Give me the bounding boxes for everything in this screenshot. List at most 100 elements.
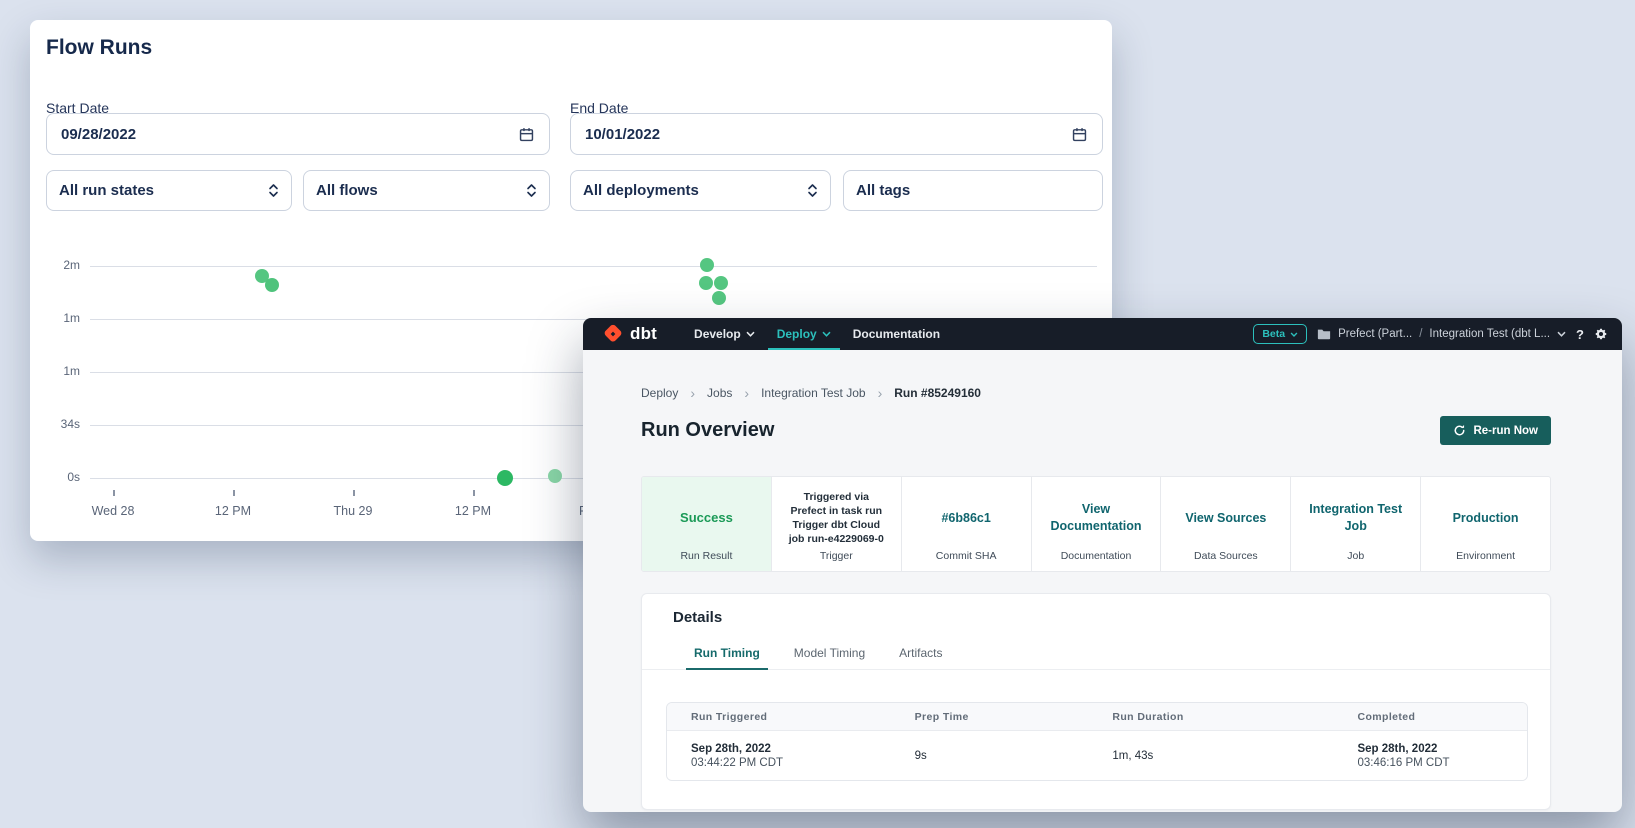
chart-y-tick-label: 2m bbox=[30, 258, 80, 272]
table-header-row: Run Triggered Prep Time Run Duration Com… bbox=[667, 703, 1527, 731]
view-documentation-link[interactable]: View Documentation bbox=[1045, 486, 1148, 550]
breadcrumb-separator: › bbox=[690, 386, 695, 400]
flow-run-data-point[interactable] bbox=[712, 291, 726, 305]
commit-sha-link[interactable]: #6b86c1 bbox=[915, 486, 1018, 550]
chart-x-tick-label: 12 PM bbox=[437, 504, 509, 518]
details-title: Details bbox=[673, 609, 722, 626]
chart-gridline bbox=[90, 266, 1097, 267]
chevron-down-icon bbox=[1290, 332, 1298, 337]
data-sources-label: Data Sources bbox=[1174, 550, 1277, 562]
chart-x-tick bbox=[113, 490, 115, 496]
chart-y-tick-label: 34s bbox=[30, 417, 80, 431]
breadcrumb-deploy[interactable]: Deploy bbox=[641, 386, 678, 400]
nav-item-develop[interactable]: Develop bbox=[683, 318, 766, 350]
rerun-label: Re-run Now bbox=[1473, 425, 1538, 437]
dbt-logo[interactable]: dbt bbox=[603, 324, 657, 344]
header-completed: Completed bbox=[1333, 711, 1527, 723]
folder-icon bbox=[1317, 328, 1331, 340]
documentation-label: Documentation bbox=[1045, 550, 1148, 562]
chart-x-tick-label: 12 PM bbox=[197, 504, 269, 518]
flow-run-data-point[interactable] bbox=[699, 276, 713, 290]
tab-artifacts[interactable]: Artifacts bbox=[899, 646, 942, 669]
summary-card-environment: Production Environment bbox=[1421, 477, 1550, 571]
chart-x-tick bbox=[233, 490, 235, 496]
environment-link[interactable]: Production bbox=[1434, 486, 1537, 550]
beta-badge[interactable]: Beta bbox=[1253, 324, 1307, 344]
flows-select[interactable]: All flows bbox=[303, 170, 550, 211]
summary-card-data-sources: View Sources Data Sources bbox=[1161, 477, 1291, 571]
chevron-down-icon bbox=[822, 331, 831, 337]
deployments-value: All deployments bbox=[583, 182, 699, 199]
run-timing-table: Run Triggered Prep Time Run Duration Com… bbox=[666, 702, 1528, 781]
flow-run-data-point[interactable] bbox=[714, 276, 728, 290]
end-date-value: 10/01/2022 bbox=[585, 126, 660, 143]
header-run-triggered: Run Triggered bbox=[667, 711, 891, 723]
tab-run-timing[interactable]: Run Timing bbox=[694, 646, 760, 669]
nav-item-deploy[interactable]: Deploy bbox=[766, 318, 842, 350]
chart-y-tick-label: 0s bbox=[30, 470, 80, 484]
dbt-navbar: dbt Develop Deploy Documentation Beta bbox=[583, 318, 1622, 350]
run-result-label: Run Result bbox=[655, 550, 758, 562]
run-result-value: Success bbox=[655, 486, 758, 550]
start-date-value: 09/28/2022 bbox=[61, 126, 136, 143]
summary-card-trigger: Triggered via Prefect in task run Trigge… bbox=[772, 477, 902, 571]
header-run-duration: Run Duration bbox=[1088, 711, 1333, 723]
rerun-icon bbox=[1453, 424, 1466, 437]
flow-run-data-point[interactable] bbox=[497, 470, 513, 486]
run-states-select[interactable]: All run states bbox=[46, 170, 292, 211]
details-card: Details Run Timing Model Timing Artifact… bbox=[641, 593, 1551, 810]
calendar-icon[interactable] bbox=[1071, 126, 1088, 143]
dbt-brand-name: dbt bbox=[630, 324, 657, 344]
deployments-select[interactable]: All deployments bbox=[570, 170, 831, 211]
updown-chevron-icon bbox=[268, 183, 279, 198]
cell-run-triggered: Sep 28th, 2022 03:44:22 PM CDT bbox=[667, 743, 891, 769]
tags-select[interactable]: All tags bbox=[843, 170, 1103, 211]
rerun-now-button[interactable]: Re-run Now bbox=[1440, 416, 1551, 445]
nav-item-documentation[interactable]: Documentation bbox=[842, 318, 951, 350]
help-icon[interactable]: ? bbox=[1576, 327, 1584, 342]
flow-run-data-point[interactable] bbox=[265, 278, 279, 292]
trigger-value: Triggered via Prefect in task run Trigge… bbox=[785, 486, 888, 550]
dbt-logo-icon bbox=[603, 324, 623, 344]
page-title: Run Overview bbox=[641, 419, 774, 442]
chart-y-tick-label: 1m bbox=[30, 311, 80, 325]
details-tabs: Run Timing Model Timing Artifacts bbox=[642, 640, 1550, 670]
project-name: Prefect (Part... bbox=[1338, 328, 1412, 340]
summary-card-commit-sha: #6b86c1 Commit SHA bbox=[902, 477, 1032, 571]
breadcrumb-separator: › bbox=[878, 386, 883, 400]
cell-run-duration: 1m, 43s bbox=[1088, 750, 1333, 762]
breadcrumb-job-name[interactable]: Integration Test Job bbox=[761, 386, 866, 400]
flow-run-data-point[interactable] bbox=[548, 469, 562, 483]
breadcrumb: Deploy › Jobs › Integration Test Job › R… bbox=[641, 386, 981, 400]
project-selector[interactable]: Prefect (Part... / Integration Test (dbt… bbox=[1317, 328, 1566, 340]
summary-card-job: Integration Test Job Job bbox=[1291, 477, 1421, 571]
run-summary-cards: Success Run Result Triggered via Prefect… bbox=[641, 476, 1551, 572]
job-link[interactable]: Integration Test Job bbox=[1304, 486, 1407, 550]
calendar-icon[interactable] bbox=[518, 126, 535, 143]
summary-card-documentation: View Documentation Documentation bbox=[1032, 477, 1162, 571]
environment-label: Environment bbox=[1434, 550, 1537, 562]
breadcrumb-jobs[interactable]: Jobs bbox=[707, 386, 732, 400]
summary-card-run-result: Success Run Result bbox=[642, 477, 772, 571]
dbt-cloud-window: dbt Develop Deploy Documentation Beta bbox=[583, 318, 1622, 812]
flow-runs-title: Flow Runs bbox=[46, 36, 152, 60]
trigger-label: Trigger bbox=[785, 550, 888, 562]
path-separator: / bbox=[1419, 328, 1422, 340]
chart-x-tick-label: Wed 28 bbox=[77, 504, 149, 518]
flow-run-data-point[interactable] bbox=[700, 258, 714, 272]
end-date-input[interactable]: 10/01/2022 bbox=[570, 113, 1103, 155]
chart-x-tick bbox=[353, 490, 355, 496]
breadcrumb-run-number: Run #85249160 bbox=[894, 386, 981, 400]
tags-value: All tags bbox=[856, 182, 910, 199]
updown-chevron-icon bbox=[526, 183, 537, 198]
gear-icon[interactable] bbox=[1594, 327, 1608, 341]
tab-model-timing[interactable]: Model Timing bbox=[794, 646, 865, 669]
run-states-value: All run states bbox=[59, 182, 154, 199]
flows-value: All flows bbox=[316, 182, 378, 199]
chart-y-tick-label: 1m bbox=[30, 364, 80, 378]
view-sources-link[interactable]: View Sources bbox=[1174, 486, 1277, 550]
chevron-down-icon bbox=[1557, 331, 1566, 337]
start-date-input[interactable]: 09/28/2022 bbox=[46, 113, 550, 155]
commit-sha-label: Commit SHA bbox=[915, 550, 1018, 562]
environment-name: Integration Test (dbt L... bbox=[1429, 328, 1550, 340]
